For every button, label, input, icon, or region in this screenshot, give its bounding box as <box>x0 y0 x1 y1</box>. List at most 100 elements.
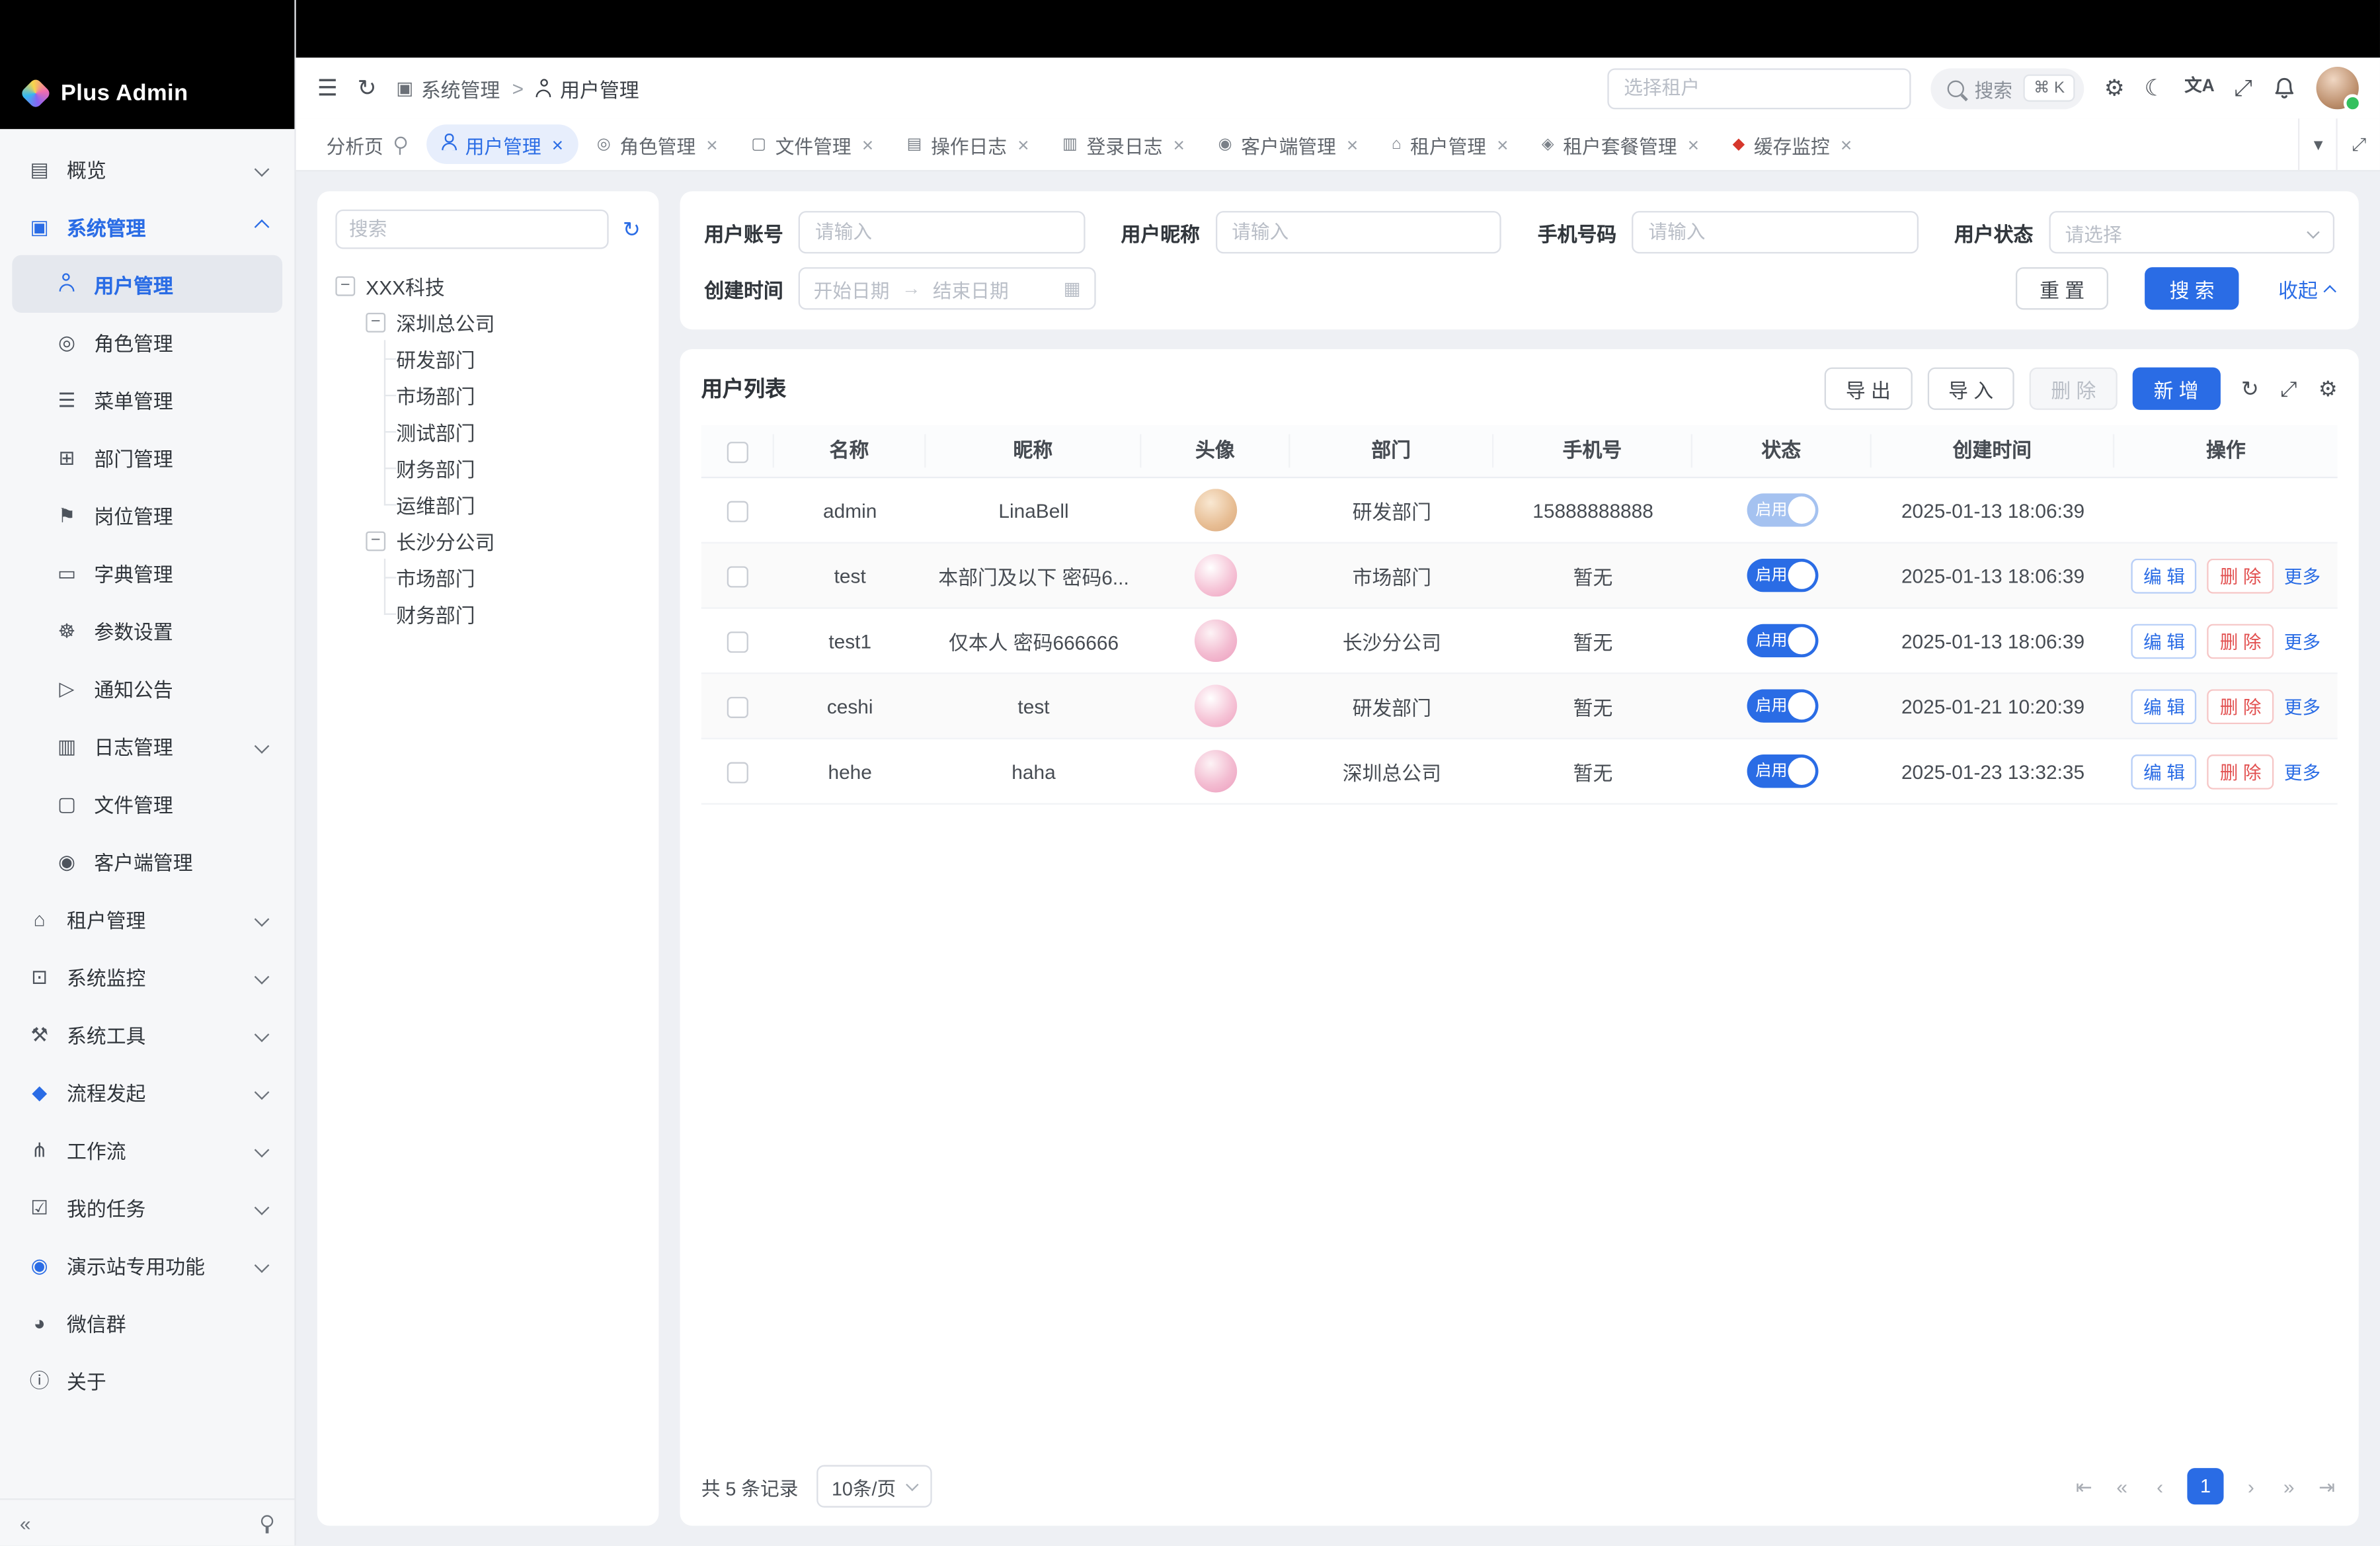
sidebar-item-log-management[interactable]: ▥ 日志管理 <box>12 717 282 774</box>
breadcrumb-user-management[interactable]: 用户管理 <box>536 73 639 102</box>
close-icon[interactable]: × <box>862 134 873 154</box>
collapse-filters-link[interactable]: 收起 <box>2278 274 2334 303</box>
breadcrumb-system-management[interactable]: ▣ 系统管理 <box>396 73 500 102</box>
tree-node-dept[interactable]: 财务部门 <box>396 595 641 631</box>
reset-button[interactable]: 重 置 <box>2015 267 2108 309</box>
tab-role-management[interactable]: ◎ 角色管理 × <box>582 124 733 164</box>
sidebar-item-tenant-management[interactable]: ⌂ 租户管理 <box>12 889 282 947</box>
add-button[interactable]: 新 增 <box>2132 368 2219 410</box>
more-button[interactable]: 更多 <box>2284 688 2320 723</box>
edit-button[interactable]: 编 辑 <box>2131 754 2198 789</box>
delete-row-button[interactable]: 删 除 <box>2207 558 2274 593</box>
prev-page-button[interactable]: ‹ <box>2149 1477 2170 1496</box>
import-button[interactable]: 导 入 <box>1927 368 2014 410</box>
sidebar-item-system-tools[interactable]: ⚒ 系统工具 <box>12 1005 282 1063</box>
status-toggle[interactable]: 启用 <box>1746 624 1817 658</box>
sidebar-item-demo-features[interactable]: ◉ 演示站专用功能 <box>12 1236 282 1293</box>
tree-collapse-icon[interactable]: − <box>366 312 385 332</box>
close-icon[interactable]: × <box>1688 134 1699 154</box>
edit-button[interactable]: 编 辑 <box>2131 558 2198 593</box>
row-checkbox[interactable] <box>727 696 748 717</box>
sidebar-item-file-management[interactable]: ▢ 文件管理 <box>12 774 282 832</box>
pin-icon[interactable] <box>260 1514 275 1531</box>
tabs-fullscreen-icon[interactable]: ⤢ <box>2336 118 2380 170</box>
page-1-button[interactable]: 1 <box>2187 1468 2223 1504</box>
next-pages-button[interactable]: » <box>2278 1477 2299 1496</box>
sidebar-item-notice[interactable]: ▷ 通知公告 <box>12 659 282 716</box>
fullscreen-icon[interactable]: ⤢ <box>2235 77 2253 99</box>
tree-node-dept[interactable]: 运维部门 <box>396 486 641 522</box>
last-page-button[interactable]: ⇥ <box>2317 1477 2338 1496</box>
sidebar-item-system-management[interactable]: ▣ 系统管理 <box>12 197 282 255</box>
tab-client-management[interactable]: ◉ 客户端管理 × <box>1203 124 1374 164</box>
pin-icon[interactable] <box>393 136 408 152</box>
tabs-dropdown-icon[interactable]: ▾ <box>2299 118 2336 170</box>
tab-file-management[interactable]: ▢ 文件管理 × <box>736 124 889 164</box>
sidebar-item-process-start[interactable]: ◆ 流程发起 <box>12 1063 282 1120</box>
close-icon[interactable]: × <box>1347 134 1358 154</box>
close-icon[interactable]: × <box>1841 134 1852 154</box>
next-page-button[interactable]: › <box>2241 1477 2262 1496</box>
edit-button[interactable]: 编 辑 <box>2131 688 2198 723</box>
close-icon[interactable]: × <box>1173 134 1185 154</box>
translate-icon[interactable]: 文A <box>2184 79 2214 97</box>
tenant-select[interactable] <box>1607 67 1911 108</box>
prev-pages-button[interactable]: « <box>2112 1477 2133 1496</box>
sidebar-item-client-management[interactable]: ◉ 客户端管理 <box>12 832 282 889</box>
global-search[interactable]: 搜索 ⌘ K <box>1930 67 2084 108</box>
close-icon[interactable]: × <box>552 134 563 154</box>
tree-node-root[interactable]: − XXX科技 <box>335 267 640 304</box>
sidebar-item-overview[interactable]: ▤ 概览 <box>12 140 282 197</box>
sidebar-item-my-tasks[interactable]: ☑ 我的任务 <box>12 1178 282 1236</box>
sidebar-item-post-management[interactable]: ⚑ 岗位管理 <box>12 486 282 544</box>
tab-user-management[interactable]: 用户管理 × <box>426 124 578 164</box>
tree-node-company[interactable]: − 深圳总公司 <box>366 304 641 340</box>
sidebar-item-wechat-group[interactable]: ◕ 微信群 <box>12 1293 282 1351</box>
phone-input[interactable] <box>1632 211 1918 253</box>
status-toggle[interactable]: 启用 <box>1746 689 1817 723</box>
created-date-range[interactable]: 开始日期 → 结束日期 ▦ <box>799 267 1096 309</box>
tree-node-dept[interactable]: 财务部门 <box>396 450 641 486</box>
bell-icon[interactable] <box>2272 76 2297 101</box>
more-button[interactable]: 更多 <box>2284 754 2320 789</box>
delete-row-button[interactable]: 删 除 <box>2207 688 2274 723</box>
dept-search-input[interactable] <box>335 210 609 249</box>
status-toggle[interactable]: 启用 <box>1746 493 1817 527</box>
more-button[interactable]: 更多 <box>2284 623 2320 658</box>
tab-tenant-management[interactable]: ⌂ 租户管理 × <box>1376 124 1524 164</box>
sidebar-item-role-management[interactable]: ◎ 角色管理 <box>12 313 282 370</box>
export-button[interactable]: 导 出 <box>1825 368 1912 410</box>
page-size-select[interactable]: 10条/页 <box>816 1465 932 1508</box>
sidebar-item-dict-management[interactable]: ▭ 字典管理 <box>12 544 282 601</box>
tree-collapse-icon[interactable]: − <box>335 276 355 296</box>
delete-row-button[interactable]: 删 除 <box>2207 754 2274 789</box>
sidebar-item-menu-management[interactable]: ☰ 菜单管理 <box>12 370 282 428</box>
gear-icon[interactable]: ⚙ <box>2104 77 2125 99</box>
tree-collapse-icon[interactable]: − <box>366 530 385 550</box>
tree-node-dept[interactable]: 市场部门 <box>396 559 641 595</box>
sidebar-item-about[interactable]: ⓘ 关于 <box>12 1351 282 1408</box>
tab-analysis-page[interactable]: 分析页 <box>311 124 423 164</box>
sidebar-collapse-button[interactable]: « <box>20 1512 31 1534</box>
moon-icon[interactable]: ☾ <box>2144 77 2164 99</box>
hamburger-icon[interactable]: ☰ <box>317 77 338 99</box>
first-page-button[interactable]: ⇤ <box>2073 1477 2094 1496</box>
select-all-checkbox[interactable] <box>727 441 748 462</box>
sidebar-item-param-settings[interactable]: ☸ 参数设置 <box>12 601 282 659</box>
tab-cache-monitor[interactable]: ◆ 缓存监控 × <box>1718 124 1868 164</box>
close-icon[interactable]: × <box>1497 134 1508 154</box>
table-refresh-icon[interactable]: ↻ <box>2241 378 2259 399</box>
tab-tenant-package-management[interactable]: ◈ 租户套餐管理 × <box>1527 124 1714 164</box>
row-checkbox[interactable] <box>727 762 748 783</box>
sidebar-item-dept-management[interactable]: ⊞ 部门管理 <box>12 428 282 485</box>
sidebar-item-system-monitor[interactable]: ⊡ 系统监控 <box>12 948 282 1005</box>
table-settings-icon[interactable]: ⚙ <box>2319 378 2338 399</box>
refresh-icon[interactable]: ↻ <box>358 77 377 99</box>
user-avatar[interactable] <box>2317 67 2359 109</box>
more-button[interactable]: 更多 <box>2284 558 2320 593</box>
sidebar-item-user-management[interactable]: 用户管理 <box>12 255 282 313</box>
search-button[interactable]: 搜 索 <box>2145 267 2239 309</box>
row-checkbox[interactable] <box>727 501 748 522</box>
tab-login-log[interactable]: ▥ 登录日志 × <box>1047 124 1200 164</box>
status-select[interactable]: 请选择 <box>2048 211 2334 253</box>
